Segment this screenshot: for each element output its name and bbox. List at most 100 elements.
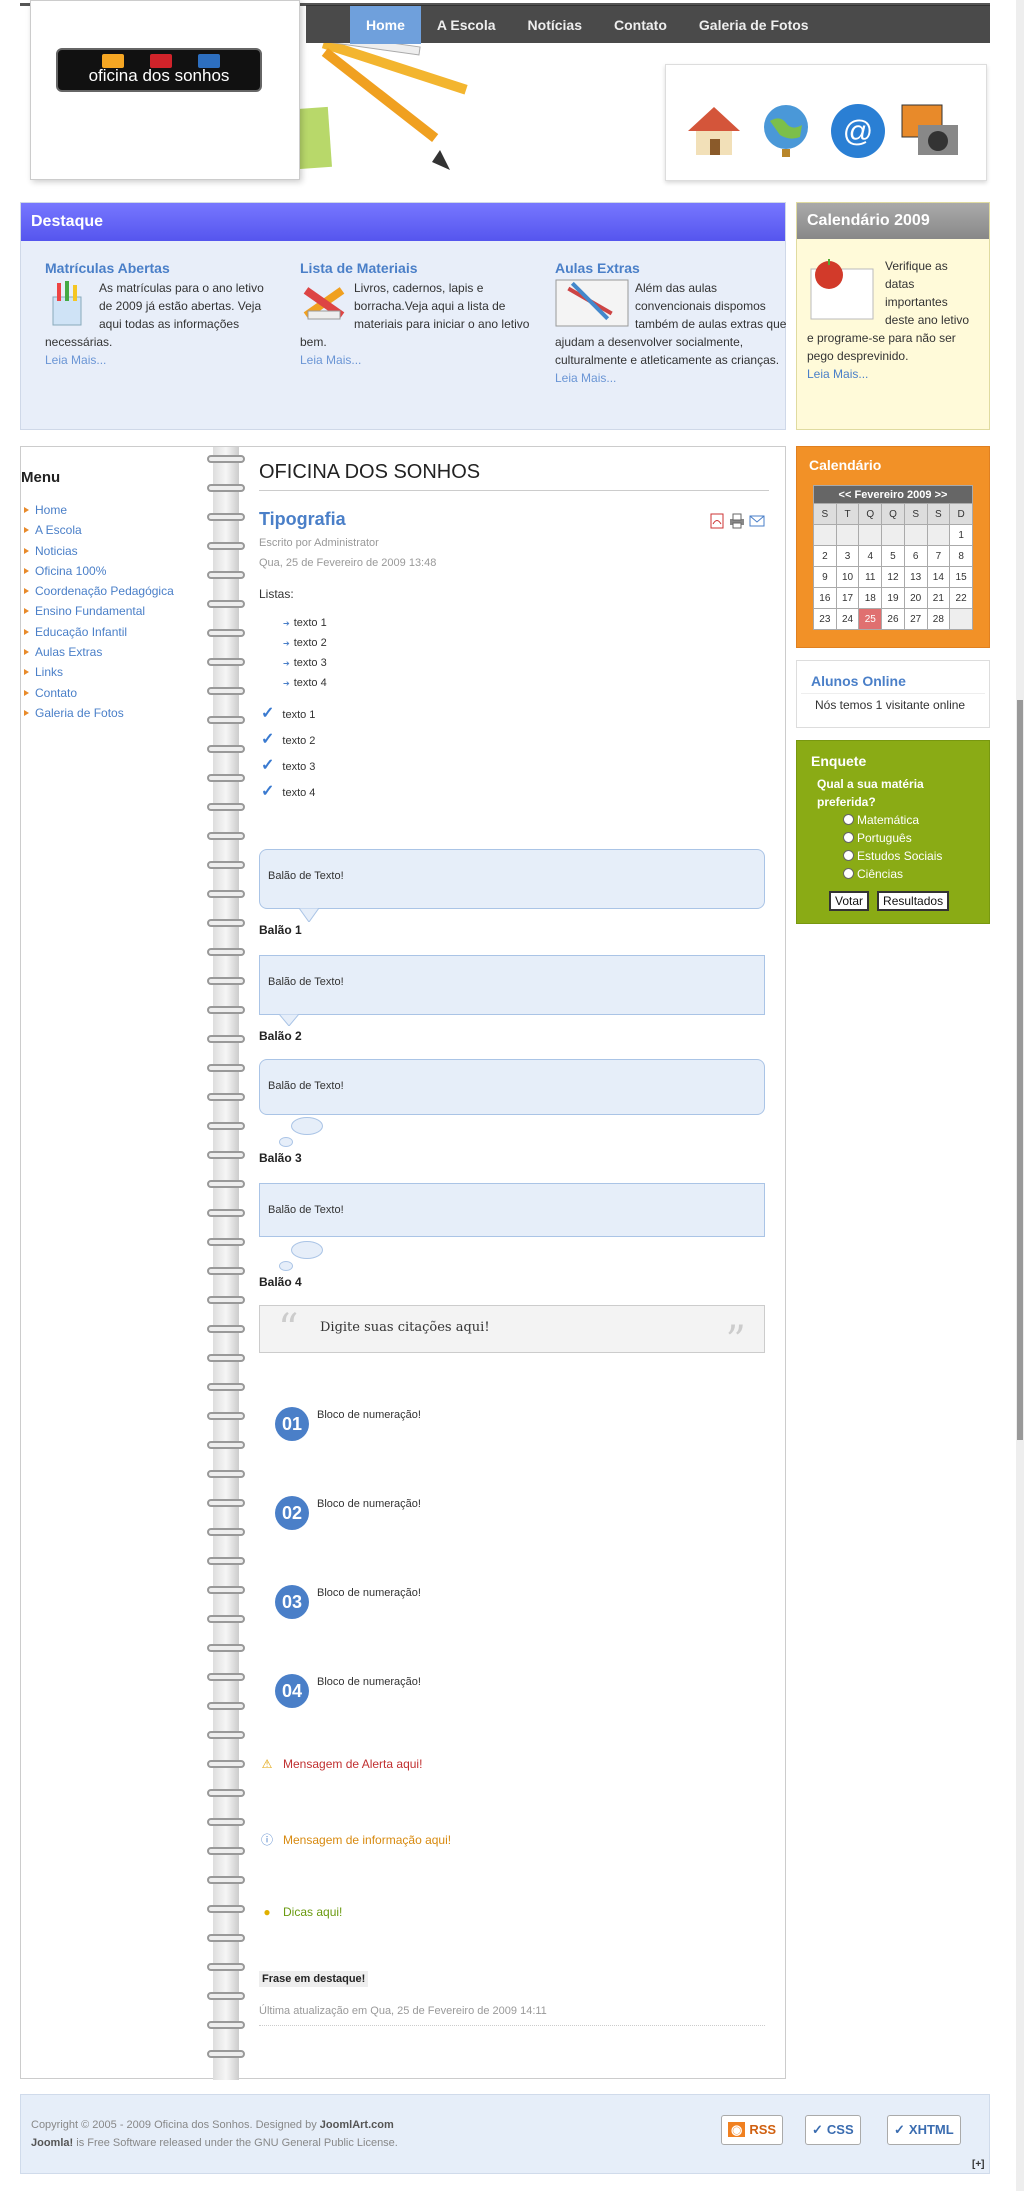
menu-item[interactable]: Ensino Fundamental: [21, 601, 211, 621]
globe-icon[interactable]: [756, 101, 816, 161]
radio-button[interactable]: [843, 868, 854, 879]
calendar-day[interactable]: 17: [835, 587, 860, 609]
checkmark-icon: ✓: [261, 783, 275, 800]
nav-item-home[interactable]: Home: [350, 6, 421, 44]
spiral-ring: [207, 1702, 245, 1710]
calendar-day[interactable]: 21: [926, 587, 951, 609]
nav-item-contato[interactable]: Contato: [598, 6, 683, 44]
menu-item[interactable]: Coordenação Pedagógica: [21, 581, 211, 601]
read-more-link[interactable]: Leia Mais...: [555, 371, 616, 385]
calendar-day[interactable]: 4: [858, 545, 883, 567]
poll-title: Enquete: [811, 753, 867, 769]
spiral-ring: [207, 1789, 245, 1797]
weekday-header: S: [903, 503, 928, 525]
nav-item-a-escola[interactable]: A Escola: [421, 6, 512, 44]
menu-item[interactable]: Galeria de Fotos: [21, 703, 211, 723]
spiral-ring: [207, 600, 245, 608]
calendar-day[interactable]: 14: [926, 566, 951, 588]
read-more-link[interactable]: Leia Mais...: [45, 353, 106, 367]
spiral-ring: [207, 1499, 245, 1507]
calendar-day[interactable]: 1: [949, 524, 973, 546]
calendar-day[interactable]: 15: [949, 566, 973, 588]
article-title[interactable]: Tipografia: [259, 509, 346, 530]
spiral-ring: [207, 861, 245, 869]
main-content: Menu Home A Escola Noticias Oficina 100% Coo…: [20, 446, 786, 2080]
calendar-day[interactable]: 6: [903, 545, 928, 567]
destaque-item-title[interactable]: Aulas Extras: [555, 259, 790, 277]
poll-option[interactable]: Matemática: [797, 811, 989, 829]
menu-item[interactable]: Noticias: [21, 541, 211, 561]
number-badge: 01: [275, 1407, 309, 1441]
menu-item[interactable]: Oficina 100%: [21, 561, 211, 581]
calendar-day[interactable]: 9: [813, 566, 837, 588]
poll-option[interactable]: Português: [797, 829, 989, 847]
joomla-link[interactable]: Joomla!: [31, 2137, 73, 2149]
calendar-day[interactable]: 20: [903, 587, 928, 609]
calendar-day[interactable]: 24: [835, 608, 860, 630]
menu-item[interactable]: A Escola: [21, 520, 211, 540]
scrollbar[interactable]: [1016, 0, 1024, 2191]
destaque-item-title[interactable]: Lista de Materiais: [300, 259, 535, 277]
site-logo[interactable]: oficina dos sonhos: [56, 48, 262, 92]
weekday-header: S: [926, 503, 951, 525]
menu-item[interactable]: Contato: [21, 683, 211, 703]
radio-button[interactable]: [843, 832, 854, 843]
calendar-day[interactable]: 23: [813, 608, 837, 630]
camera-icon[interactable]: [900, 101, 960, 161]
calendar-day[interactable]: 12: [881, 566, 905, 588]
radio-button[interactable]: [843, 850, 854, 861]
prev-month-button[interactable]: <<: [839, 489, 852, 501]
spiral-ring: [207, 687, 245, 695]
rss-badge[interactable]: ◉ RSS: [721, 2115, 784, 2145]
next-month-button[interactable]: >>: [935, 489, 948, 501]
menu-item[interactable]: Links: [21, 662, 211, 682]
check-item: ✓ texto 1: [261, 705, 316, 722]
calendar-day[interactable]: 7: [926, 545, 951, 567]
results-button[interactable]: Resultados: [877, 891, 950, 911]
home-icon[interactable]: [684, 101, 744, 161]
calendar-day[interactable]: 26: [881, 608, 905, 630]
calendar-day[interactable]: 27: [903, 608, 928, 630]
print-icon[interactable]: [729, 513, 745, 529]
calendar-day[interactable]: 13: [903, 566, 928, 588]
poll-option[interactable]: Estudos Sociais: [797, 847, 989, 865]
menu-item[interactable]: Home: [21, 500, 211, 520]
radio-button[interactable]: [843, 814, 854, 825]
designer-link[interactable]: JoomlArt.com: [320, 2119, 394, 2131]
menu-item[interactable]: Educação Infantil: [21, 622, 211, 642]
main-nav: Home A Escola Notícias Contato Galeria d…: [306, 5, 990, 44]
calendar-day[interactable]: 19: [881, 587, 905, 609]
calendar-day[interactable]: 8: [949, 545, 973, 567]
poll-option[interactable]: Ciências: [797, 865, 989, 883]
calendar-day: [881, 524, 905, 546]
calendar-day[interactable]: 11: [858, 566, 883, 588]
calendar-day[interactable]: 2: [813, 545, 837, 567]
email-icon[interactable]: [749, 513, 765, 529]
nav-item-galeria[interactable]: Galeria de Fotos: [683, 6, 825, 44]
spiral-ring: [207, 658, 245, 666]
xhtml-badge[interactable]: ✓ XHTML: [887, 2115, 961, 2145]
read-more-link[interactable]: Leia Mais...: [807, 367, 868, 381]
calendar-day[interactable]: 25: [858, 608, 883, 630]
calendar-day[interactable]: 28: [926, 608, 951, 630]
pdf-icon[interactable]: [709, 513, 725, 529]
calendar-day[interactable]: 22: [949, 587, 973, 609]
destaque-item-title[interactable]: Matrículas Abertas: [45, 259, 280, 277]
calendar-day[interactable]: 16: [813, 587, 837, 609]
menu-item[interactable]: Aulas Extras: [21, 642, 211, 662]
spiral-ring: [207, 716, 245, 724]
calendar-day[interactable]: 10: [835, 566, 860, 588]
calendar-day[interactable]: 3: [835, 545, 860, 567]
css-badge[interactable]: ✓ CSS: [805, 2115, 861, 2145]
calendar-day[interactable]: 18: [858, 587, 883, 609]
vote-button[interactable]: Votar: [829, 891, 870, 911]
nav-item-noticias[interactable]: Notícias: [512, 6, 598, 44]
spiral-ring: [207, 571, 245, 579]
read-more-link[interactable]: Leia Mais...: [300, 353, 361, 367]
blockquote: “ Digite suas citações aqui! ”: [259, 1305, 765, 1364]
spiral-ring: [207, 774, 245, 782]
spiral-ring: [207, 1818, 245, 1826]
calendar-day[interactable]: 5: [881, 545, 905, 567]
expand-toggle[interactable]: [+]: [972, 2159, 985, 2170]
email-icon[interactable]: @: [828, 101, 888, 161]
